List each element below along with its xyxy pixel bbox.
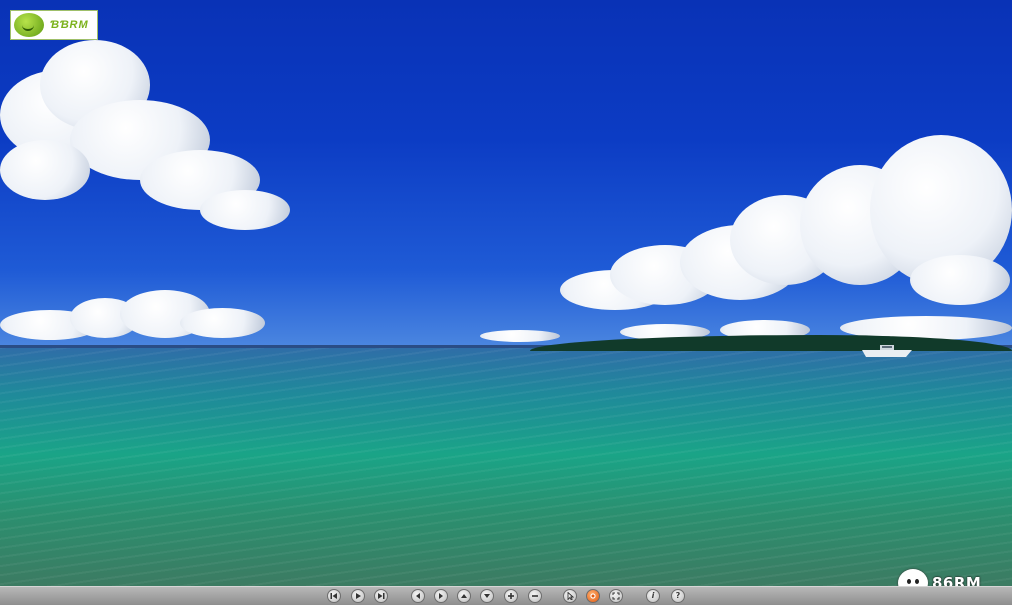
info-button[interactable]: i bbox=[646, 589, 660, 603]
record-icon bbox=[590, 593, 596, 599]
fullscreen-button[interactable] bbox=[609, 589, 623, 603]
smiley-ball-icon bbox=[14, 13, 44, 37]
logo-text: ƁƁRM bbox=[50, 19, 89, 31]
panorama-viewer[interactable] bbox=[0, 0, 1012, 586]
boat bbox=[862, 345, 912, 357]
arrow-right-icon bbox=[439, 593, 443, 599]
skip-back-icon bbox=[330, 593, 337, 599]
minus-icon bbox=[532, 595, 538, 597]
arrow-down-icon bbox=[484, 594, 490, 598]
help-button[interactable]: ? bbox=[671, 589, 685, 603]
arrow-left-icon bbox=[416, 593, 420, 599]
cloud-left-horizon bbox=[0, 290, 265, 345]
skip-forward-button[interactable] bbox=[374, 589, 388, 603]
autorotate-button[interactable] bbox=[586, 589, 600, 603]
zoom-in-button[interactable] bbox=[504, 589, 518, 603]
pan-right-button[interactable] bbox=[434, 589, 448, 603]
play-icon bbox=[356, 593, 361, 599]
arrow-up-icon bbox=[461, 594, 467, 598]
pan-left-button[interactable] bbox=[411, 589, 425, 603]
cloud-top-left bbox=[0, 40, 300, 240]
viewer-toolbar: i ? bbox=[0, 586, 1012, 605]
cursor-icon bbox=[567, 592, 574, 600]
cursor-mode-button[interactable] bbox=[563, 589, 577, 603]
sea-ripples bbox=[0, 347, 1012, 586]
skip-forward-icon bbox=[378, 593, 385, 599]
help-icon: ? bbox=[675, 591, 681, 600]
play-button[interactable] bbox=[351, 589, 365, 603]
info-icon: i bbox=[651, 591, 655, 600]
skip-back-button[interactable] bbox=[327, 589, 341, 603]
zoom-out-button[interactable] bbox=[528, 589, 542, 603]
cloud-right bbox=[560, 135, 1012, 330]
logo: ƁƁRM bbox=[10, 10, 98, 40]
fullscreen-icon bbox=[612, 592, 620, 600]
plus-icon bbox=[508, 593, 514, 599]
pan-up-button[interactable] bbox=[457, 589, 471, 603]
pan-down-button[interactable] bbox=[480, 589, 494, 603]
